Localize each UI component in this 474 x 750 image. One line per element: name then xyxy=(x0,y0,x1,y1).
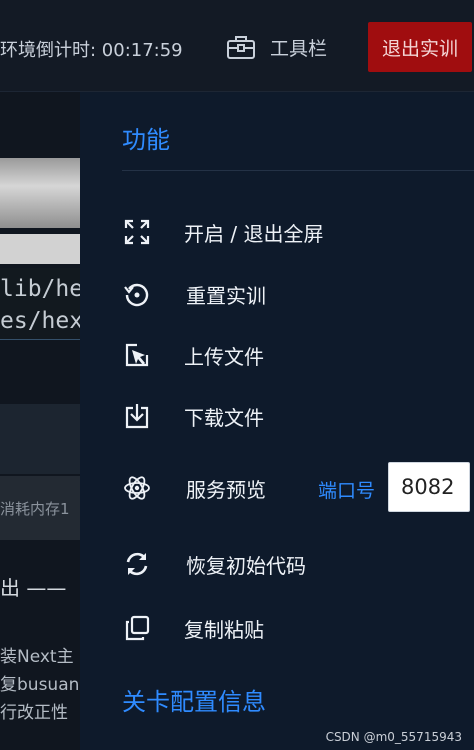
terminal-line: es/hex xyxy=(0,308,80,334)
panel-title: 功能 xyxy=(122,126,170,154)
port-label: 端口号 xyxy=(318,480,376,502)
menu-item-download[interactable]: 下载文件 xyxy=(122,396,422,436)
divider xyxy=(122,170,474,171)
upload-icon xyxy=(122,340,152,370)
top-bar: 环境倒计时: 00:17:59 工具栏 退出实训 xyxy=(0,0,474,92)
menu-item-upload[interactable]: 上传文件 xyxy=(122,335,422,375)
menu-item-label: 服务预览 xyxy=(186,477,266,502)
function-panel: 功能 开启 / 退出全屏 重置实训 上传文件 下载文件 服务预览 端口号 808… xyxy=(80,92,474,750)
watermark: CSDN @m0_55715943 xyxy=(325,730,462,744)
fullscreen-icon xyxy=(122,217,152,247)
background-row xyxy=(0,404,80,474)
level-config-title: 关卡配置信息 xyxy=(122,688,266,716)
menu-item-label: 重置实训 xyxy=(186,283,266,308)
log-line: 装Next主 xyxy=(0,647,74,667)
menu-item-copy-paste[interactable]: 复制粘贴 xyxy=(122,608,422,648)
menu-item-label: 上传文件 xyxy=(184,344,264,369)
menu-item-service-preview[interactable]: 服务预览 xyxy=(122,468,312,508)
countdown-timer: 环境倒计时: 00:17:59 xyxy=(0,40,183,61)
background-image-area xyxy=(0,158,80,228)
menu-item-restore-code[interactable]: 恢复初始代码 xyxy=(122,544,422,584)
log-line: 复busuan xyxy=(0,675,80,695)
memory-usage-text: 消耗内存1 xyxy=(0,500,70,518)
menu-item-label: 下载文件 xyxy=(184,405,264,430)
menu-item-reset[interactable]: 重置实训 xyxy=(122,274,422,314)
menu-item-fullscreen[interactable]: 开启 / 退出全屏 xyxy=(122,212,422,252)
refresh-icon xyxy=(122,549,152,579)
screen: 环境倒计时: 00:17:59 工具栏 退出实训 lib/he es/hex 消… xyxy=(0,0,474,750)
menu-item-label: 开启 / 退出全屏 xyxy=(184,221,324,246)
output-heading: 出 —— xyxy=(0,576,67,600)
background-workspace: lib/he es/hex 消耗内存1 出 —— 装Next主 复busuan … xyxy=(0,92,80,750)
menu-item-label: 恢复初始代码 xyxy=(186,553,306,578)
toolbar-button[interactable]: 工具栏 xyxy=(226,30,327,64)
toolbox-icon xyxy=(227,36,255,59)
reset-icon xyxy=(122,279,152,309)
copy-icon xyxy=(122,613,152,643)
download-icon xyxy=(122,401,152,431)
menu-item-label: 复制粘贴 xyxy=(184,617,264,642)
atom-icon xyxy=(122,473,152,503)
log-line: 行改正性 xyxy=(0,703,68,723)
background-image-strip xyxy=(0,234,80,264)
port-input[interactable] xyxy=(388,462,470,512)
exit-training-button[interactable]: 退出实训 xyxy=(368,22,472,72)
toolbar-label: 工具栏 xyxy=(270,37,328,60)
terminal-line: lib/he xyxy=(0,276,80,302)
